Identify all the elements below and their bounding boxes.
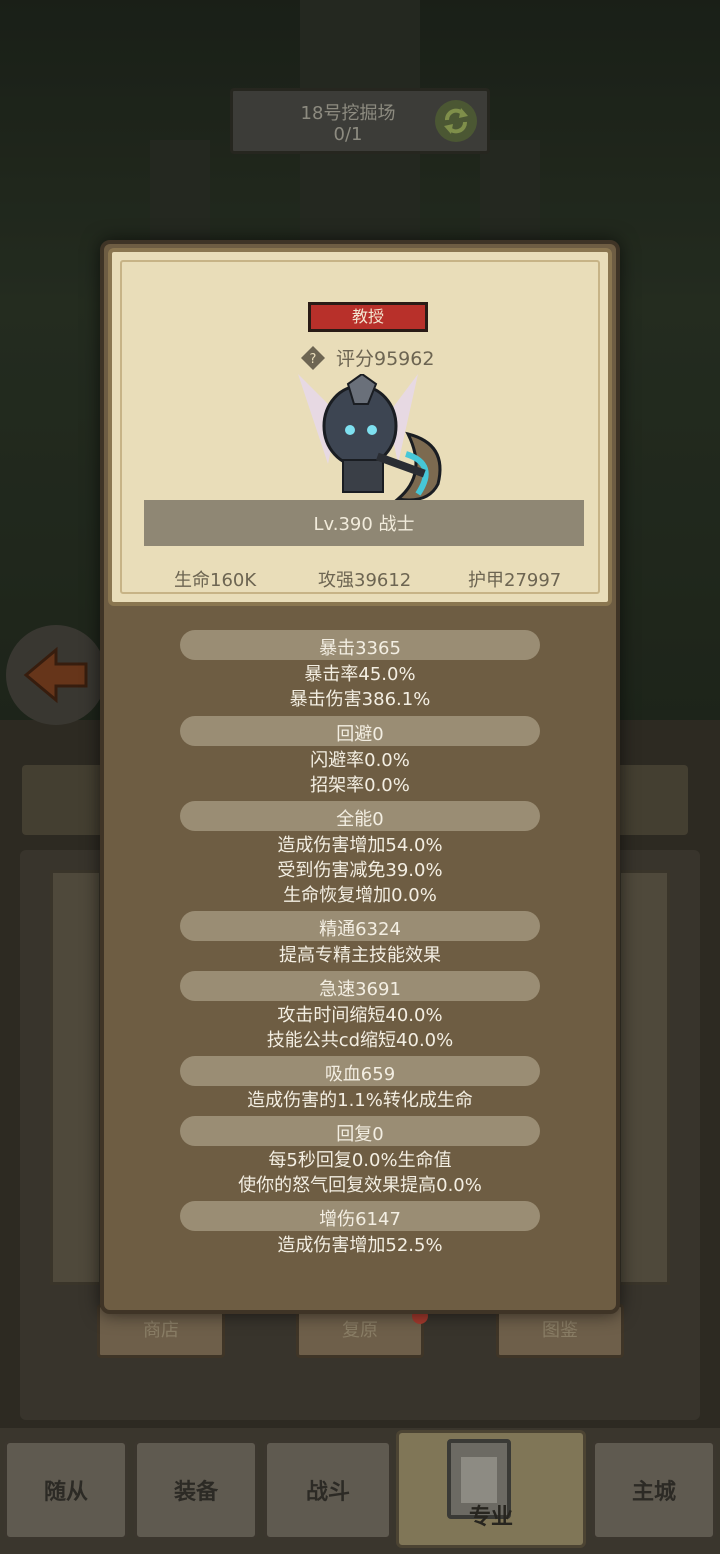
nav-profession[interactable]: 专业 [396, 1430, 586, 1548]
rank-badge: 教授 [308, 302, 428, 332]
level-bar: Lv.390 战士 [144, 500, 584, 546]
hero-card: 教授 ? 评分95962 Lv.390 战士 生命160K 攻强39612 护甲… [108, 248, 612, 606]
hp-stat: 生命160K [174, 570, 257, 591]
stat-line: 技能公共cd缩短40.0% [266, 1030, 454, 1051]
stat-line: 暴击率45.0% [304, 664, 416, 685]
attack-stat: 攻强39612 [318, 570, 412, 591]
stat-title: 全能0 [336, 809, 384, 830]
bottom-nav: 随从 装备 战斗 专业 主城 [0, 1428, 720, 1554]
stat-title: 回避0 [336, 724, 384, 745]
stat-title: 急速3691 [319, 979, 401, 1000]
refresh-icon [444, 108, 468, 134]
warrior-portrait [298, 374, 442, 502]
stat-title: 回复0 [336, 1124, 384, 1145]
refresh-button[interactable] [435, 100, 477, 142]
dig-site-header: 18号挖掘场 0/1 [230, 88, 490, 154]
stat-line: 每5秒回复0.0%生命值 [268, 1150, 452, 1171]
nav-followers[interactable]: 随从 [4, 1440, 128, 1540]
stat-line: 造成伤害增加54.0% [277, 835, 443, 856]
stat-line: 受到伤害减免39.0% [277, 860, 443, 881]
question-diamond-icon[interactable]: ? [300, 345, 326, 371]
stat-line: 招架率0.0% [310, 775, 410, 796]
nav-profession-label: 专业 [468, 1505, 513, 1530]
stat-line: 攻击时间缩短40.0% [277, 1005, 443, 1026]
level-text: Lv.390 战士 [313, 514, 415, 535]
stat-line: 生命恢复增加0.0% [283, 885, 437, 906]
dig-site-title: 18号挖掘场 [300, 103, 396, 124]
stat-line: 使你的怒气回复效果提高0.0% [238, 1175, 482, 1196]
dig-site-count: 0/1 [333, 124, 363, 145]
stat-line: 造成伤害的1.1%转化成生命 [247, 1090, 473, 1111]
nav-main-city[interactable]: 主城 [592, 1440, 716, 1540]
stat-title: 暴击3365 [319, 638, 401, 659]
stat-title: 精通6324 [319, 919, 401, 940]
armor-stat: 护甲27997 [468, 570, 562, 591]
stat-line: 造成伤害增加52.5% [277, 1235, 443, 1256]
stat-title: 吸血659 [324, 1064, 396, 1085]
stat-title: 增伤6147 [319, 1209, 401, 1230]
nav-battle[interactable]: 战斗 [264, 1440, 392, 1540]
stat-line: 闪避率0.0% [310, 750, 410, 771]
stat-line: 提高专精主技能效果 [279, 945, 441, 966]
score-text: 评分95962 [336, 348, 435, 370]
svg-text:?: ? [310, 352, 317, 367]
hero-detail-popup: 教授 ? 评分95962 Lv.390 战士 生命160K 攻强39612 护甲… [100, 240, 620, 1314]
nav-equipment[interactable]: 装备 [134, 1440, 258, 1540]
stat-line: 暴击伤害386.1% [289, 689, 431, 710]
